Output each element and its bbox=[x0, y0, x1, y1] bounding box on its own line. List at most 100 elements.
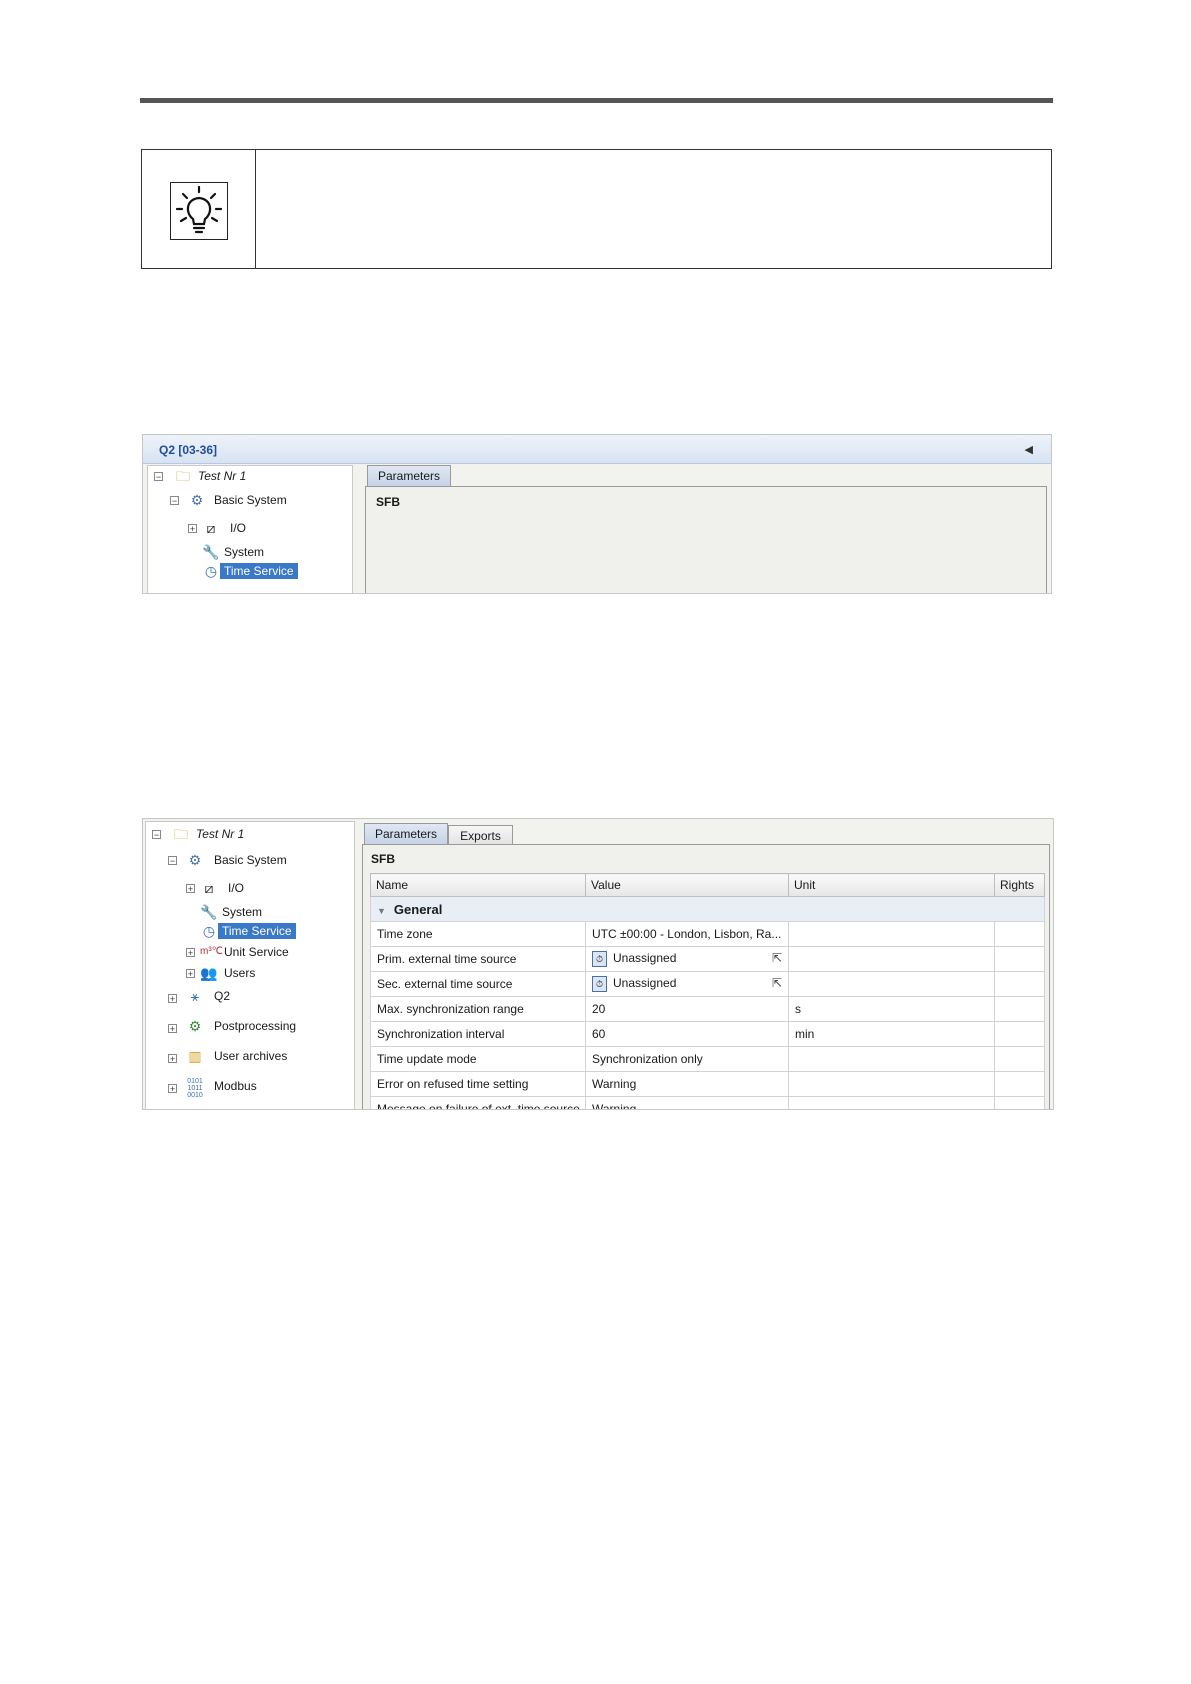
binary-data-icon: 0101 1011 0010 bbox=[187, 1078, 203, 1099]
io-module-icon: ⧄ bbox=[206, 520, 216, 536]
pointer-link-icon[interactable]: ⇱ bbox=[772, 951, 782, 965]
param-value[interactable]: 60 bbox=[585, 1021, 789, 1047]
folder-icon: 🗀 bbox=[174, 826, 188, 842]
lightbulb-icon bbox=[170, 182, 228, 240]
wrench-icon: 🔧 bbox=[200, 904, 218, 920]
tree-node-system[interactable]: 🔧 System bbox=[200, 904, 320, 922]
param-value-cell[interactable]: ⏱ Unassigned ⇱ bbox=[585, 946, 789, 972]
param-name: Time update mode bbox=[370, 1046, 586, 1072]
parameter-table: Name Value Unit Rights ▼ General Time zon… bbox=[370, 873, 1045, 1109]
column-header-name[interactable]: Name bbox=[370, 873, 586, 897]
tree-node-test-nr-1[interactable]: − 🗀 Test Nr 1 bbox=[150, 826, 340, 844]
column-header-unit[interactable]: Unit bbox=[788, 873, 995, 897]
table-row[interactable]: Synchronization interval 60 min bbox=[370, 1021, 1045, 1047]
expand-icon[interactable]: + bbox=[168, 994, 177, 1004]
tree-node-io[interactable]: + ⧄ I/O bbox=[186, 520, 306, 538]
param-unit bbox=[788, 1071, 995, 1097]
source-assign-icon: ⏱ bbox=[592, 951, 607, 967]
collapse-icon[interactable]: − bbox=[152, 830, 161, 840]
collapse-icon[interactable]: − bbox=[154, 472, 163, 482]
table-header-row: Name Value Unit Rights bbox=[370, 873, 1045, 897]
expand-icon[interactable]: + bbox=[168, 1024, 177, 1034]
param-value-cell[interactable]: ⏱ Unassigned ⇱ bbox=[585, 971, 789, 997]
table-row[interactable]: Time update mode Synchronization only bbox=[370, 1046, 1045, 1072]
param-unit bbox=[788, 1096, 995, 1109]
expand-icon[interactable]: + bbox=[168, 1084, 177, 1094]
tree-node-q2[interactable]: + ⚹ Q2 bbox=[166, 988, 316, 1006]
tree-node-io[interactable]: + ⧄ I/O bbox=[184, 880, 304, 898]
param-rights bbox=[994, 1021, 1045, 1047]
param-unit: s bbox=[788, 996, 995, 1022]
section-title: SFB bbox=[371, 852, 395, 866]
header-rule bbox=[140, 98, 1053, 103]
column-header-value[interactable]: Value bbox=[585, 873, 789, 897]
tree-node-modbus[interactable]: + 0101 1011 0010 Modbus bbox=[166, 1078, 336, 1099]
screenshot-time-service-empty: Q2 [03-36] ◀ − 🗀 Test Nr 1 − ⚙ Basic Sys… bbox=[142, 434, 1052, 594]
tab-parameters[interactable]: Parameters bbox=[367, 465, 451, 487]
tree-node-time-service[interactable]: ◷ Time Service bbox=[200, 923, 320, 941]
table-row[interactable]: Sec. external time source ⏱ Unassigned ⇱ bbox=[370, 971, 1045, 997]
table-row[interactable]: Error on refused time setting Warning bbox=[370, 1071, 1045, 1097]
param-value: Unassigned bbox=[613, 976, 677, 991]
collapse-icon[interactable]: − bbox=[170, 496, 179, 506]
triangle-left-icon[interactable]: ◀ bbox=[1025, 443, 1033, 456]
tree-node-basic-system[interactable]: − ⚙ Basic System bbox=[168, 492, 338, 510]
tab-exports[interactable]: Exports bbox=[448, 825, 513, 845]
table-row[interactable]: Max. synchronization range 20 s bbox=[370, 996, 1045, 1022]
param-rights bbox=[994, 1071, 1045, 1097]
tab-parameters[interactable]: Parameters bbox=[364, 823, 448, 845]
param-unit bbox=[788, 946, 995, 972]
tree-node-time-service[interactable]: ◷ Time Service bbox=[202, 563, 322, 581]
source-assign-icon: ⏱ bbox=[592, 976, 607, 992]
table-row[interactable]: Message on failure of ext. time source W… bbox=[370, 1096, 1045, 1109]
screenshot-time-service-parameters: − 🗀 Test Nr 1 − ⚙ Basic System + ⧄ I/O 🔧… bbox=[142, 818, 1054, 1110]
group-label: General bbox=[393, 901, 443, 917]
param-name: Synchronization interval bbox=[370, 1021, 586, 1047]
collapse-icon[interactable]: − bbox=[168, 856, 177, 866]
expand-icon[interactable]: + bbox=[186, 969, 195, 979]
window-titlebar: Q2 [03-36] ◀ bbox=[143, 435, 1051, 464]
table-row[interactable]: Prim. external time source ⏱ Unassigned ⇱ bbox=[370, 946, 1045, 972]
tree-node-system[interactable]: 🔧 System bbox=[202, 544, 322, 562]
param-value[interactable]: Warning bbox=[585, 1096, 789, 1109]
triangle-down-icon[interactable]: ▼ bbox=[377, 906, 386, 916]
tree-node-unit-service[interactable]: + m³℃ Unit Service bbox=[184, 944, 334, 962]
window-title: Q2 [03-36] bbox=[159, 443, 218, 457]
tip-icon-cell bbox=[142, 150, 256, 268]
tree-node-postprocessing[interactable]: + ⚙ Postprocessing bbox=[166, 1018, 336, 1036]
param-name: Time zone bbox=[370, 921, 586, 947]
tree-node-test-nr-1[interactable]: − 🗀 Test Nr 1 bbox=[152, 468, 342, 486]
section-title: SFB bbox=[376, 495, 400, 509]
param-value[interactable]: Warning bbox=[585, 1071, 789, 1097]
param-value[interactable]: 20 bbox=[585, 996, 789, 1022]
param-value[interactable]: UTC ±00:00 - London, Lisbon, Ra... bbox=[585, 921, 789, 947]
io-module-icon: ⧄ bbox=[204, 880, 214, 896]
clock-icon: ◷ bbox=[204, 563, 218, 579]
param-rights bbox=[994, 946, 1045, 972]
param-rights bbox=[994, 921, 1045, 947]
expand-icon[interactable]: + bbox=[186, 948, 195, 958]
column-header-rights[interactable]: Rights bbox=[994, 873, 1045, 897]
param-rights bbox=[994, 971, 1045, 997]
group-row-general[interactable]: ▼ General bbox=[370, 896, 1045, 922]
param-name: Prim. external time source bbox=[370, 946, 586, 972]
wrench-icon: 🔧 bbox=[202, 544, 220, 560]
tree-node-user-archives[interactable]: + ▥ User archives bbox=[166, 1048, 336, 1066]
expand-icon[interactable]: + bbox=[186, 884, 195, 894]
param-rights bbox=[994, 1046, 1045, 1072]
table-row[interactable]: Time zone UTC ±00:00 - London, Lisbon, R… bbox=[370, 921, 1045, 947]
users-icon: 👥 bbox=[200, 965, 218, 981]
expand-icon[interactable]: + bbox=[168, 1054, 177, 1064]
tree-node-basic-system[interactable]: − ⚙ Basic System bbox=[166, 852, 336, 870]
pointer-link-icon[interactable]: ⇱ bbox=[772, 976, 782, 990]
param-name: Error on refused time setting bbox=[370, 1071, 586, 1097]
units-icon: m³℃ bbox=[200, 946, 223, 957]
param-unit bbox=[788, 1046, 995, 1072]
param-value[interactable]: Synchronization only bbox=[585, 1046, 789, 1072]
param-name: Sec. external time source bbox=[370, 971, 586, 997]
navigation-tree: − 🗀 Test Nr 1 − ⚙ Basic System + ⧄ I/O 🔧… bbox=[147, 465, 353, 593]
param-unit: min bbox=[788, 1021, 995, 1047]
tree-node-users[interactable]: + 👥 Users bbox=[184, 965, 334, 983]
expand-icon[interactable]: + bbox=[188, 524, 197, 534]
processing-gear-icon: ⚙ bbox=[188, 1018, 202, 1034]
